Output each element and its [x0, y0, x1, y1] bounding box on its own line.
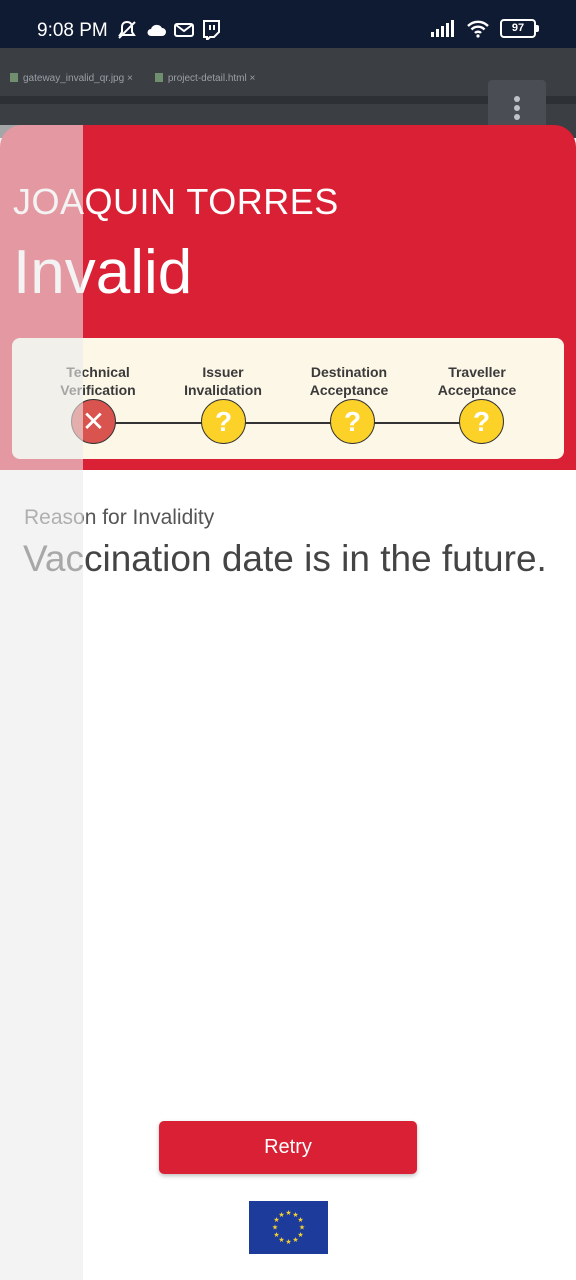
eu-flag-icon: ★ ★ ★ ★ ★ ★ ★ ★ ★ ★ ★ ★	[249, 1201, 328, 1254]
step-unknown-icon: ?	[330, 399, 375, 444]
svg-text:★: ★	[292, 1236, 298, 1244]
status-bar: 9:08 PM 97	[0, 0, 576, 48]
background-tab: gateway_invalid_qr.jpg ×	[10, 73, 133, 84]
svg-text:★: ★	[285, 1238, 291, 1246]
signal-icon	[431, 19, 454, 37]
background-tab: project-detail.html ×	[154, 73, 255, 84]
svg-text:★: ★	[272, 1224, 278, 1232]
step-unknown-icon: ?	[201, 399, 246, 444]
holder-name: JOAQUIN TORRES	[13, 181, 339, 222]
wifi-icon	[467, 20, 489, 38]
step-failed-icon: ✕	[71, 399, 116, 444]
more-vert-icon	[514, 96, 520, 123]
step-unknown-icon: ?	[459, 399, 504, 444]
status-time: 9:08 PM	[37, 20, 108, 41]
step-label-issuer-invalidation: Issuer Invalidation	[184, 364, 262, 398]
step-label-destination-acceptance: Destination Acceptance	[309, 364, 389, 398]
step-label-technical-verification: Technical Verification	[60, 364, 136, 398]
svg-text:★: ★	[285, 1209, 291, 1217]
step-label-traveller-acceptance: Traveller Acceptance	[437, 364, 517, 398]
verification-steps: Technical Verification ✕ Issuer Invalidati…	[12, 338, 564, 459]
reason-text: Vaccination date is in the future.	[23, 538, 547, 579]
retry-button[interactable]: Retry	[159, 1121, 417, 1174]
status-notification-icons	[116, 19, 220, 41]
twitch-icon	[203, 20, 220, 40]
svg-text:★: ★	[273, 1231, 279, 1239]
svg-text:★: ★	[278, 1211, 284, 1219]
result-header: JOAQUIN TORRES Invalid Technical Verifica…	[0, 125, 576, 470]
cloud-icon	[147, 24, 166, 36]
status-system-icons: 97	[430, 19, 539, 38]
reason-label: Reason for Invalidity	[24, 506, 215, 529]
mail-icon	[174, 23, 194, 37]
mute-icon	[118, 20, 136, 39]
validity-status: Invalid	[13, 238, 193, 307]
battery-icon: 97	[500, 19, 539, 38]
steps-connector	[96, 422, 481, 424]
